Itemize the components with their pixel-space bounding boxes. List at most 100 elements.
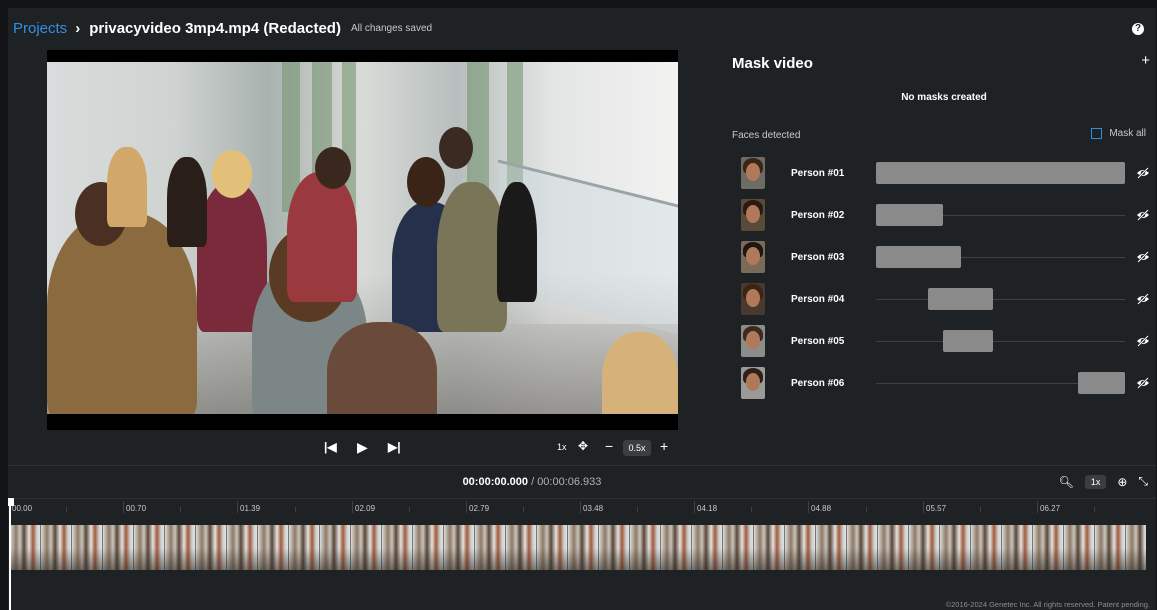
face-segment-bar[interactable] [876, 162, 1125, 184]
ruler-tick-label: 02.79 [469, 504, 490, 513]
ruler-minor-tick [751, 507, 752, 512]
face-row[interactable]: Person #02 [732, 199, 1152, 235]
current-time: 00:00:00.000 [462, 476, 529, 488]
face-row[interactable]: Person #06 [732, 367, 1152, 403]
video-zoom-level[interactable]: 0.5x [623, 440, 651, 456]
eye-off-icon[interactable] [1136, 292, 1150, 306]
face-segment-bar[interactable] [876, 246, 961, 268]
checkbox-icon [1091, 128, 1103, 139]
timeline-ruler[interactable]: 00.00 00.70 01.39 02.09 02.79 03.48 04.18 04.88… [8, 498, 1156, 516]
time-separator: / [528, 476, 538, 488]
timeline-zoom-tools: 🔍︎ 1x ⊕ ⤡ [1059, 474, 1148, 489]
panel-title: Mask video [732, 55, 813, 72]
ruler-tick-label: 00.70 [126, 504, 147, 513]
ruler-tick [352, 501, 353, 513]
ruler-tick [466, 501, 467, 513]
breadcrumb-projects-link[interactable]: Projects [13, 20, 67, 37]
eye-off-icon[interactable] [1136, 376, 1150, 390]
face-thumbnail [741, 283, 765, 315]
face-thumbnail [741, 157, 765, 189]
app-window: Projects › privacyvideo 3mp4.mp4 (Redact… [8, 8, 1156, 610]
mask-all-label: Mask all [1109, 128, 1146, 139]
face-row[interactable]: Person #05 [732, 325, 1152, 361]
timeline-zoom-in-icon[interactable]: ⊕ [1117, 475, 1127, 489]
ruler-minor-tick [866, 507, 867, 512]
face-segment-bar[interactable] [1078, 372, 1125, 394]
ruler-tick [694, 501, 695, 513]
video-frame-image [47, 62, 678, 414]
ruler-tick [123, 501, 124, 513]
skip-back-icon[interactable]: |◀ [324, 440, 337, 454]
playback-speed[interactable]: 1x [557, 442, 567, 452]
zoom-out-icon[interactable]: − [605, 438, 613, 454]
ruler-tick [237, 501, 238, 513]
move-icon[interactable]: ✥ [578, 439, 588, 453]
ruler-minor-tick [66, 507, 67, 512]
timeline-filmstrip[interactable] [10, 525, 1146, 570]
face-row[interactable]: Person #04 [732, 283, 1152, 319]
face-thumbnail [741, 325, 765, 357]
copyright-text: ©2016-2024 Genetec Inc. All rights reser… [945, 600, 1150, 609]
face-track[interactable] [876, 204, 1125, 226]
save-status: All changes saved [350, 22, 433, 34]
play-icon[interactable]: ▶ [357, 439, 368, 456]
ruler-tick [580, 501, 581, 513]
timeline-zoom-level[interactable]: 1x [1084, 474, 1107, 489]
face-thumbnail [741, 241, 765, 273]
face-track[interactable] [876, 330, 1125, 352]
header-bar: Projects › privacyvideo 3mp4.mp4 (Redact… [8, 8, 1156, 48]
face-track[interactable] [876, 372, 1125, 394]
ruler-tick [923, 501, 924, 513]
person-label: Person #03 [791, 252, 845, 263]
ruler-tick-label: 06.27 [1040, 504, 1061, 513]
timecode: 00:00:00.000 / 00:00:06.933 [8, 476, 1056, 488]
eye-off-icon[interactable] [1136, 250, 1150, 264]
face-row[interactable]: Person #03 [732, 241, 1152, 277]
page-title: privacyvideo 3mp4.mp4 (Redacted) [89, 19, 341, 37]
help-icon[interactable]: ? [1132, 23, 1144, 35]
playhead[interactable] [9, 498, 11, 610]
playhead-handle[interactable] [8, 498, 14, 506]
person-label: Person #04 [791, 294, 845, 305]
mask-all-checkbox[interactable]: Mask all [1091, 128, 1146, 139]
ruler-minor-tick [637, 507, 638, 512]
ruler-tick-label: 00.00 [12, 504, 33, 513]
eye-off-icon[interactable] [1136, 334, 1150, 348]
chevron-right-icon: › [75, 19, 81, 37]
video-player[interactable] [47, 50, 678, 430]
person-label: Person #06 [791, 378, 845, 389]
face-segment-bar[interactable] [876, 204, 943, 226]
face-track[interactable] [876, 246, 1125, 268]
skip-forward-icon[interactable]: ▶| [388, 440, 401, 454]
timeline-zoom-out-icon[interactable]: 🔍︎ [1059, 475, 1074, 489]
zoom-in-icon[interactable]: + [660, 438, 668, 454]
faces-detected-label: Faces detected [732, 130, 801, 141]
face-segment-bar[interactable] [943, 330, 993, 352]
divider [8, 465, 1156, 466]
plus-icon[interactable]: + [1141, 52, 1150, 69]
ruler-tick-label: 04.18 [697, 504, 718, 513]
ruler-minor-tick [409, 507, 410, 512]
ruler-tick-label: 04.88 [811, 504, 832, 513]
total-time: 00:00:06.933 [537, 476, 602, 488]
collapse-icon[interactable]: ⤡ [1138, 474, 1148, 489]
face-segment-bar[interactable] [928, 288, 993, 310]
ruler-minor-tick [980, 507, 981, 512]
ruler-minor-tick [180, 507, 181, 512]
face-thumbnail [741, 367, 765, 399]
ruler-tick-label: 03.48 [583, 504, 604, 513]
eye-off-icon[interactable] [1136, 208, 1150, 222]
face-thumbnail [741, 199, 765, 231]
ruler-tick-label: 02.09 [355, 504, 376, 513]
face-track[interactable] [876, 162, 1125, 184]
ruler-minor-tick [1094, 507, 1095, 512]
person-label: Person #01 [791, 168, 845, 179]
face-track[interactable] [876, 288, 1125, 310]
ruler-tick [1037, 501, 1038, 513]
person-label: Person #02 [791, 210, 845, 221]
ruler-tick-label: 01.39 [240, 504, 261, 513]
ruler-minor-tick [295, 507, 296, 512]
eye-off-icon[interactable] [1136, 166, 1150, 180]
ruler-tick [808, 501, 809, 513]
face-row[interactable]: Person #01 [732, 157, 1152, 193]
